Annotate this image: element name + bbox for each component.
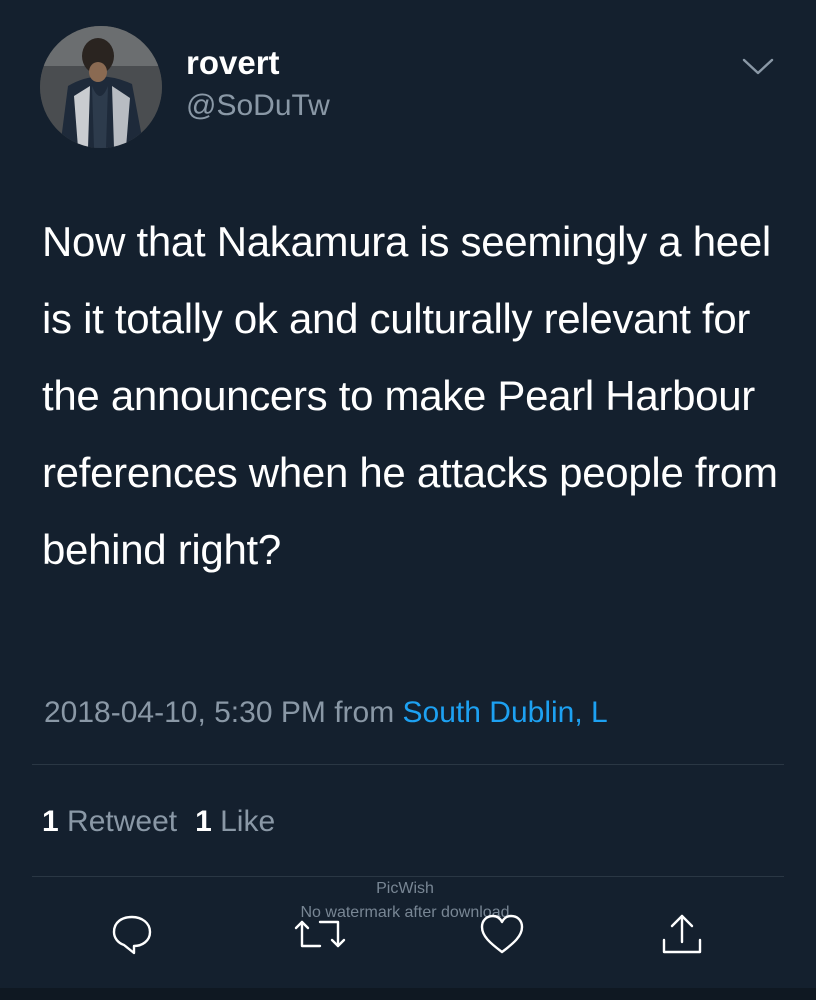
reply-button[interactable]	[106, 908, 158, 960]
retweets-label: Retweet	[67, 805, 178, 838]
heart-icon	[480, 914, 524, 954]
share-icon	[662, 914, 702, 954]
likes-count: 1	[195, 805, 212, 838]
timestamp[interactable]: 2018-04-10, 5:30 PM	[44, 696, 326, 729]
retweet-button[interactable]	[294, 908, 346, 960]
share-button[interactable]	[656, 908, 708, 960]
like-button[interactable]	[476, 908, 528, 960]
display-name[interactable]: rovert	[186, 44, 280, 82]
retweets-stat[interactable]: 1 Retweet	[42, 805, 177, 838]
retweet-icon	[294, 920, 346, 948]
bottom-bar	[0, 988, 816, 1000]
avatar-image	[40, 26, 162, 148]
chevron-down-icon[interactable]	[738, 52, 778, 80]
user-handle[interactable]: @SoDuTw	[186, 88, 330, 124]
tweet-meta: 2018-04-10, 5:30 PM from South Dublin, L	[44, 693, 608, 733]
watermark-line1: PicWish	[376, 880, 434, 897]
location-link[interactable]: South Dublin, L	[403, 696, 608, 729]
from-label: from	[334, 696, 395, 729]
tweet-text: Now that Nakamura is seemingly a heel is…	[42, 218, 778, 573]
tweet-card: rovert @SoDuTw Now that Nakamura is seem…	[0, 0, 816, 1000]
likes-label: Like	[220, 805, 276, 838]
retweets-count: 1	[42, 805, 59, 838]
reply-icon	[112, 915, 152, 955]
avatar[interactable]	[40, 26, 162, 148]
divider	[32, 764, 784, 765]
likes-stat[interactable]: 1 Like	[195, 805, 275, 838]
engagement-stats: 1 Retweet 1 Like	[42, 802, 275, 842]
